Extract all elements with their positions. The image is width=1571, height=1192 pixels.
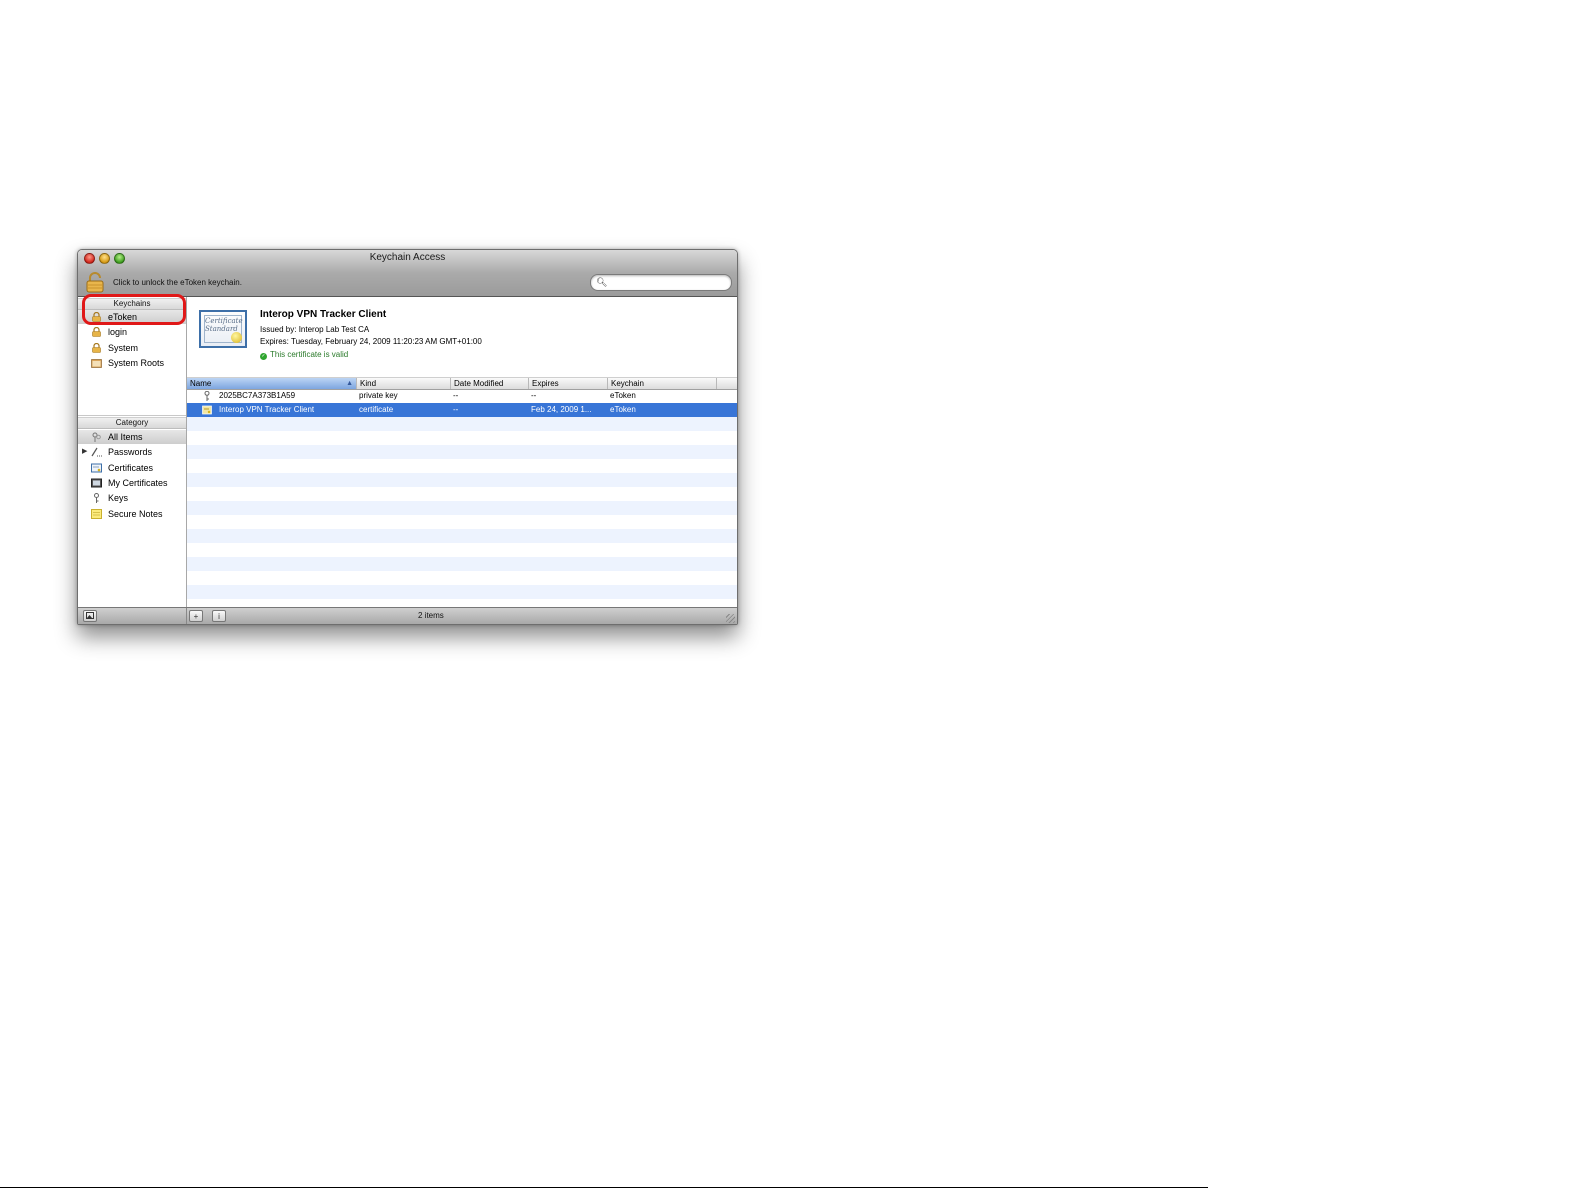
cell-date-modified: -- xyxy=(453,391,459,400)
cell-name: 2025BC7A373B1A59 xyxy=(219,391,296,400)
cell-keychain: eToken xyxy=(610,405,636,414)
search-icon: 🔍︎ xyxy=(596,277,608,287)
category-certificates[interactable]: Certificates xyxy=(78,461,186,475)
validity-text: This certificate is valid xyxy=(270,350,349,359)
column-header-name[interactable]: Name ▲ xyxy=(187,378,357,389)
column-header-kind[interactable]: Kind xyxy=(357,378,451,389)
sidebar: Keychains eToken login System System Roo… xyxy=(78,297,187,607)
folder-icon xyxy=(91,358,102,368)
cell-kind: private key xyxy=(359,391,398,400)
column-header-date-modified[interactable]: Date Modified xyxy=(451,378,529,389)
lock-message: Click to unlock the eToken keychain. xyxy=(113,278,242,287)
annotation-highlight-ring xyxy=(82,294,186,325)
checkmark-icon: ✓ xyxy=(260,353,267,360)
status-bar: + i 2 items xyxy=(78,607,737,624)
my-certificate-icon xyxy=(91,478,102,488)
table-body: 2025BC7A373B1A59 private key -- -- eToke… xyxy=(187,389,737,607)
cell-date-modified: -- xyxy=(453,405,459,414)
info-button[interactable]: i xyxy=(212,610,226,622)
add-item-button[interactable]: + xyxy=(189,610,203,622)
empty-row xyxy=(187,445,737,459)
category-label: My Certificates xyxy=(108,478,168,488)
empty-row xyxy=(187,585,737,599)
certificate-detail: Certificate Standard Interop VPN Tracker… xyxy=(187,297,737,377)
category-label: All Items xyxy=(108,432,143,442)
search-input[interactable] xyxy=(607,276,722,287)
category-label: Secure Notes xyxy=(108,509,163,519)
category-my-certificates[interactable]: My Certificates xyxy=(78,476,186,490)
empty-row xyxy=(187,473,737,487)
lock-icon xyxy=(91,326,102,337)
sidebar-divider xyxy=(78,415,186,416)
item-count: 2 items xyxy=(418,611,444,620)
sidebar-item-system[interactable]: System xyxy=(78,341,186,355)
cell-kind: certificate xyxy=(359,405,394,414)
column-header-keychain[interactable]: Keychain xyxy=(608,378,717,389)
lock-icon xyxy=(91,342,102,353)
title-toolbar: Keychain Access Click to unlock the eTok… xyxy=(78,250,737,297)
search-field[interactable]: 🔍︎ xyxy=(590,274,732,291)
all-items-icon xyxy=(91,432,102,442)
cell-name: Interop VPN Tracker Client xyxy=(219,405,315,414)
detail-issued-by: Issued by: Interop Lab Test CA xyxy=(260,325,370,334)
sidebar-item-label: System xyxy=(108,343,139,353)
cell-expires: Feb 24, 2009 1... xyxy=(531,405,592,414)
sidebar-item-system-roots[interactable]: System Roots xyxy=(78,356,186,370)
key-icon xyxy=(202,390,212,401)
empty-row xyxy=(187,459,737,473)
detail-expires: Expires: Tuesday, February 24, 2009 11:2… xyxy=(260,337,482,346)
keychain-access-window: Keychain Access Click to unlock the eTok… xyxy=(77,249,738,625)
empty-row xyxy=(187,501,737,515)
empty-row xyxy=(187,557,737,571)
sidebar-item-label: login xyxy=(108,327,128,337)
category-all-items[interactable]: All Items xyxy=(78,430,186,444)
cell-expires: -- xyxy=(531,391,537,400)
resize-grip[interactable] xyxy=(726,614,735,623)
certificate-large-icon: Certificate Standard xyxy=(199,310,247,348)
category-label: Certificates xyxy=(108,463,154,473)
note-icon xyxy=(91,509,102,519)
empty-row xyxy=(187,515,737,529)
certificate-icon-script: Certificate Standard xyxy=(205,317,243,333)
column-header-expires[interactable]: Expires xyxy=(529,378,608,389)
category-header: Category xyxy=(78,417,186,429)
empty-row xyxy=(187,417,737,431)
category-keys[interactable]: Keys xyxy=(78,491,186,505)
empty-row xyxy=(187,529,737,543)
key-icon xyxy=(91,493,102,503)
category-passwords[interactable]: ▶ Passwords xyxy=(78,445,186,459)
sidebar-item-label: System Roots xyxy=(108,358,165,368)
items-table: Name ▲ Kind Date Modified Expires Keycha… xyxy=(187,377,737,607)
category-label: Passwords xyxy=(108,447,153,457)
table-row[interactable]: 2025BC7A373B1A59 private key -- -- eToke… xyxy=(187,389,737,403)
show-sidebar-button[interactable] xyxy=(83,610,97,622)
column-header-label: Name xyxy=(190,379,212,388)
status-divider xyxy=(186,608,187,624)
empty-row xyxy=(187,571,737,585)
cell-keychain: eToken xyxy=(610,391,636,400)
sort-ascending-icon: ▲ xyxy=(346,380,353,387)
page-rule xyxy=(0,1187,1208,1188)
certificate-icon xyxy=(202,405,212,415)
category-secure-notes[interactable]: Secure Notes xyxy=(78,507,186,521)
disclosure-triangle-icon[interactable]: ▶ xyxy=(82,445,87,459)
lock-icon[interactable] xyxy=(85,272,105,293)
table-row-selected[interactable]: Interop VPN Tracker Client certificate -… xyxy=(187,403,737,417)
picture-icon xyxy=(86,612,94,619)
main-pane: Certificate Standard Interop VPN Tracker… xyxy=(187,297,737,607)
category-label: Keys xyxy=(108,493,129,503)
detail-validity: ✓ This certificate is valid xyxy=(260,350,348,360)
passwords-icon xyxy=(91,447,102,457)
window-title: Keychain Access xyxy=(369,252,446,263)
detail-title: Interop VPN Tracker Client xyxy=(260,309,387,320)
certificate-icon xyxy=(91,463,102,473)
empty-row xyxy=(187,543,737,557)
sidebar-item-login[interactable]: login xyxy=(78,325,186,339)
empty-row xyxy=(187,431,737,445)
empty-row xyxy=(187,487,737,501)
